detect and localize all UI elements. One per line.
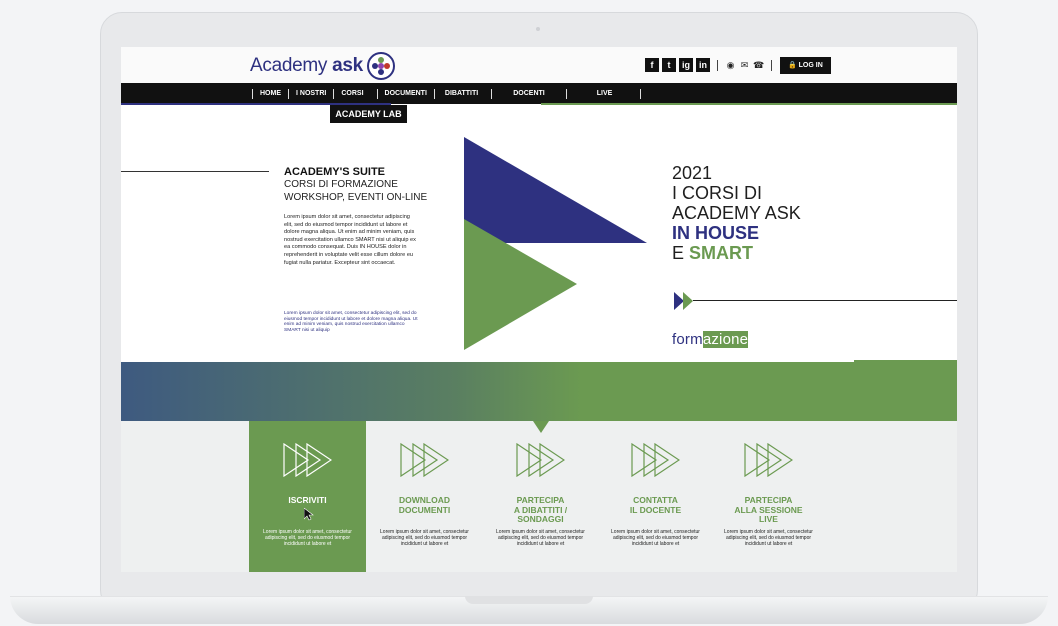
nav-item-corsi[interactable]: CORSI xyxy=(333,89,376,99)
step-title: DOWNLOAD DOCUMENTI xyxy=(398,495,451,515)
step-title: CONTATTA IL DOCENTE xyxy=(629,495,682,515)
suite-small-text: Lorem ipsum dolor sit amet, consectetur … xyxy=(284,311,418,333)
hero-in-house: IN HOUSE xyxy=(672,223,760,243)
nav-item-documenti[interactable]: DOCUMENTI xyxy=(376,89,434,99)
mail-icon[interactable]: ✉ xyxy=(739,60,750,71)
logo-mark-icon xyxy=(366,52,395,80)
instagram-icon[interactable]: ig xyxy=(679,58,693,72)
camera-icon xyxy=(536,27,540,31)
divider xyxy=(640,89,642,99)
step-desc: Lorem ipsum dolor sit amet, consectetur … xyxy=(496,529,585,548)
step-title: PARTECIPA ALLA SESSIONE LIVE xyxy=(734,495,803,524)
formazione-highlight: azione xyxy=(702,331,749,348)
step-download-documenti[interactable]: DOWNLOAD DOCUMENTI Lorem ipsum dolor sit… xyxy=(366,421,483,572)
suite-subtitle-1: CORSI DI FORMAZIONE xyxy=(284,179,398,190)
laptop-notch xyxy=(465,596,593,604)
fast-forward-icon xyxy=(400,443,449,477)
step-desc: Lorem ipsum dolor sit amet, consectetur … xyxy=(611,529,700,548)
social-links: f t ig in ◉ ✉ ☎ xyxy=(645,58,776,72)
fast-forward-icon xyxy=(631,443,680,477)
nav-item-live[interactable]: LIVE xyxy=(565,89,641,99)
hero-right: 2021 I CORSI DI ACADEMY ASK IN HOUSE E S… xyxy=(672,163,801,263)
nav-item-docenti[interactable]: DOCENTI xyxy=(491,89,566,99)
submenu-academy-lab[interactable]: ACADEMY LAB xyxy=(330,105,407,123)
step-desc: Lorem ipsum dolor sit amet, consectetur … xyxy=(724,529,813,548)
logo-text: Academy ask xyxy=(250,55,363,76)
nav-item-dibattiti[interactable]: DIBATTITI xyxy=(433,89,491,99)
hero-year: 2021 xyxy=(672,163,713,183)
divider xyxy=(717,59,718,71)
step-title: PARTECIPA A DIBATTITI / SONDAGGI xyxy=(513,495,568,524)
twitter-icon[interactable]: t xyxy=(662,58,676,72)
step-title: ISCRIVITI xyxy=(288,495,327,505)
formazione-wordmark: formazione xyxy=(672,331,749,348)
login-button[interactable]: 🔒 LOG IN xyxy=(780,57,831,74)
nav-item-home[interactable]: HOME xyxy=(252,89,288,99)
logo[interactable]: Academy ask xyxy=(250,52,395,80)
fast-forward-icon xyxy=(283,443,332,477)
divider xyxy=(771,59,772,71)
fast-forward-icon xyxy=(744,443,793,477)
formazione-pre: form xyxy=(672,331,703,348)
map-pin-icon[interactable]: ◉ xyxy=(725,60,736,71)
nav-items: HOME I NOSTRI CORSI DOCUMENTI DIBATTITI … xyxy=(252,89,642,99)
hero-smart: E SMART xyxy=(672,243,754,263)
mouse-cursor-icon xyxy=(304,508,314,521)
suite-body: Lorem ipsum dolor sit amet, consectetur … xyxy=(284,214,416,266)
step-partecipa-dibattiti[interactable]: PARTECIPA A DIBATTITI / SONDAGGI Lorem i… xyxy=(482,421,599,572)
hero-left: ACADEMY'S SUITE CORSI DI FORMAZIONE WORK… xyxy=(284,166,444,267)
laptop-screen: Academy ask f t ig in ◉ ✉ ☎ 🔒 LOG IN HOM… xyxy=(121,47,957,572)
site-header: Academy ask f t ig in ◉ ✉ ☎ 🔒 LOG IN xyxy=(121,47,957,83)
gradient-band xyxy=(121,362,957,421)
fast-forward-icon xyxy=(516,443,565,477)
double-arrow-icon xyxy=(674,292,957,310)
linkedin-icon[interactable]: in xyxy=(696,58,710,72)
suite-title: ACADEMY'S SUITE xyxy=(284,166,386,178)
step-partecipa-live[interactable]: PARTECIPA ALLA SESSIONE LIVE Lorem ipsum… xyxy=(710,421,827,572)
nav-accent-green xyxy=(541,103,957,105)
hero-rule xyxy=(121,171,269,172)
nav-item-i-nostri[interactable]: I NOSTRI xyxy=(288,89,333,99)
phone-icon[interactable]: ☎ xyxy=(753,60,764,71)
step-iscriviti[interactable]: ISCRIVITI Lorem ipsum dolor sit amet, co… xyxy=(249,421,366,572)
step-desc: Lorem ipsum dolor sit amet, consectetur … xyxy=(380,529,469,548)
suite-subtitle-2: WORKSHOP, EVENTI ON-LINE xyxy=(284,192,428,203)
play-triangle-graphic xyxy=(464,137,647,350)
facebook-icon[interactable]: f xyxy=(645,58,659,72)
hero-line-3: ACADEMY ASK xyxy=(672,203,801,223)
step-contatta-docente[interactable]: CONTATTA IL DOCENTE Lorem ipsum dolor si… xyxy=(597,421,714,572)
hero-line-2: I CORSI DI xyxy=(672,183,763,203)
step-desc: Lorem ipsum dolor sit amet, consectetur … xyxy=(263,529,352,548)
